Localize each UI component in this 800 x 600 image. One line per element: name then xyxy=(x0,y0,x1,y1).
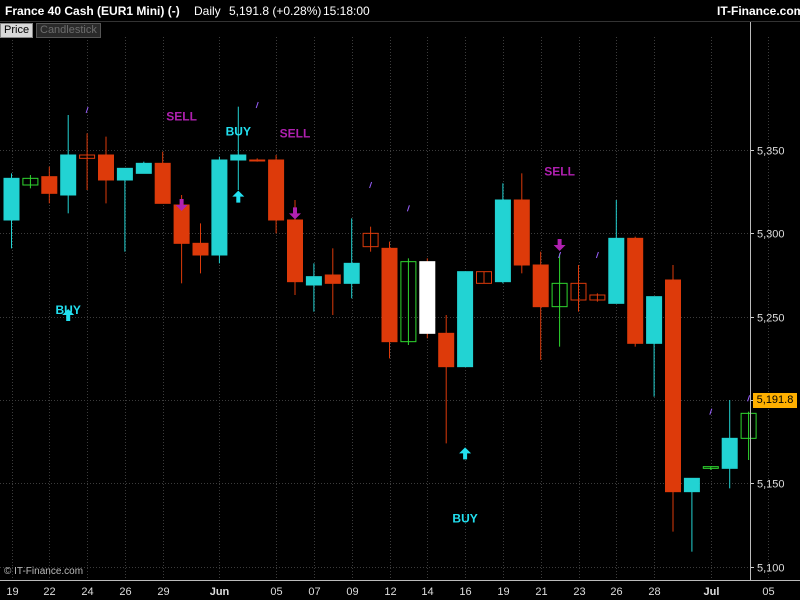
candle-body xyxy=(381,247,398,343)
candle-body xyxy=(438,332,455,368)
sell-label: SELL xyxy=(166,110,197,124)
candle-body xyxy=(457,271,474,368)
candle-body xyxy=(135,162,152,174)
x-tick-label: 24 xyxy=(81,586,93,598)
last-price-label: 5,191.8 xyxy=(753,393,797,408)
x-tick-label: Jul xyxy=(704,586,720,598)
candle-body xyxy=(683,477,700,493)
sell-label: SELL xyxy=(544,165,575,179)
copyright-label: © IT-Finance.com xyxy=(4,566,84,577)
candle-body xyxy=(419,261,436,334)
candle-body xyxy=(268,159,285,221)
x-tick-label: 21 xyxy=(535,586,547,598)
buy-label: BUY xyxy=(452,511,477,525)
x-tick-label: 29 xyxy=(157,586,169,598)
candle-body xyxy=(41,176,58,194)
candle-body xyxy=(211,159,228,256)
tick-mark xyxy=(406,205,410,212)
period-label: Daily xyxy=(194,4,221,18)
candle-body xyxy=(627,237,644,344)
sell-arrow-icon xyxy=(553,239,566,251)
tick-mark xyxy=(747,395,751,402)
x-tick-label: Jun xyxy=(210,586,230,598)
candle-body xyxy=(116,167,133,181)
candle-body xyxy=(3,177,20,221)
x-tick-label: 22 xyxy=(43,586,55,598)
candle-body xyxy=(494,199,511,283)
x-axis: 19 22 24 26 29 Jun 05 07 09 12 14 16 19 21 23 26 28 Jul 05 xyxy=(0,580,800,598)
y-tick-label: 5,350 xyxy=(757,146,785,158)
y-tick-label: 5,300 xyxy=(757,229,785,241)
chart-header: France 40 Cash (EUR1 Mini) (-) Daily 5,1… xyxy=(0,0,800,22)
candle-body xyxy=(513,199,530,266)
buy-arrow-icon xyxy=(232,190,245,203)
sell-arrow-icon xyxy=(289,207,301,220)
candle-body xyxy=(324,274,341,284)
candle-body xyxy=(249,159,266,162)
x-tick-label: 19 xyxy=(6,586,18,598)
candle-body xyxy=(646,296,663,344)
last-change: 5,191.8 (+0.28%) xyxy=(229,4,322,18)
y-tick-label: 5,250 xyxy=(757,313,785,325)
candles xyxy=(3,106,757,552)
x-tick-label: 16 xyxy=(459,586,471,598)
buy-label: BUY xyxy=(226,125,251,139)
buy-arrow-icon xyxy=(459,447,472,460)
tab-price[interactable]: Price xyxy=(0,23,34,38)
buy-label: BUY xyxy=(56,303,81,317)
candle-body xyxy=(154,162,171,204)
x-tick-label: 26 xyxy=(610,586,622,598)
tab-candlestick[interactable]: Candlestick xyxy=(36,23,101,38)
tick-mark xyxy=(709,408,713,415)
candlestick-chart: BUYSELLBUYSELLBUYSELL 5,1005,1505,2005,2… xyxy=(0,22,800,598)
x-tick-label: 09 xyxy=(346,586,358,598)
candle-body xyxy=(287,219,303,283)
y-axis: 5,1005,1505,2005,2505,3005,350 xyxy=(750,22,785,580)
candle-body xyxy=(192,242,209,256)
time-label: 15:18:00 xyxy=(323,4,370,18)
tick-mark xyxy=(369,181,373,189)
tick-mark xyxy=(255,101,259,109)
candle-body xyxy=(98,154,114,181)
candle-body xyxy=(230,154,247,161)
candle-body xyxy=(305,276,322,286)
y-tick-label: 5,150 xyxy=(757,479,785,491)
candle-body xyxy=(721,437,738,469)
candle-body xyxy=(665,279,681,493)
brand-label: IT-Finance.com xyxy=(717,4,800,18)
candle-body xyxy=(532,264,549,308)
x-tick-label: 12 xyxy=(384,586,396,598)
instrument-title: France 40 Cash (EUR1 Mini) (-) xyxy=(5,4,180,18)
x-tick-label: 28 xyxy=(648,586,660,598)
x-tick-label: 26 xyxy=(119,586,131,598)
sell-label: SELL xyxy=(280,126,311,140)
x-tick-label: 05 xyxy=(270,586,282,598)
x-tick-label: 23 xyxy=(573,586,585,598)
candle-body xyxy=(60,154,77,196)
x-tick-label: 07 xyxy=(308,586,320,598)
x-tick-label: 14 xyxy=(421,586,433,598)
candle-body xyxy=(343,262,360,284)
tick-mark xyxy=(595,251,599,259)
x-tick-label: 19 xyxy=(497,586,509,598)
x-tick-label: 05 xyxy=(762,586,774,598)
y-tick-label: 5,100 xyxy=(757,563,785,575)
candle-body xyxy=(608,237,625,304)
